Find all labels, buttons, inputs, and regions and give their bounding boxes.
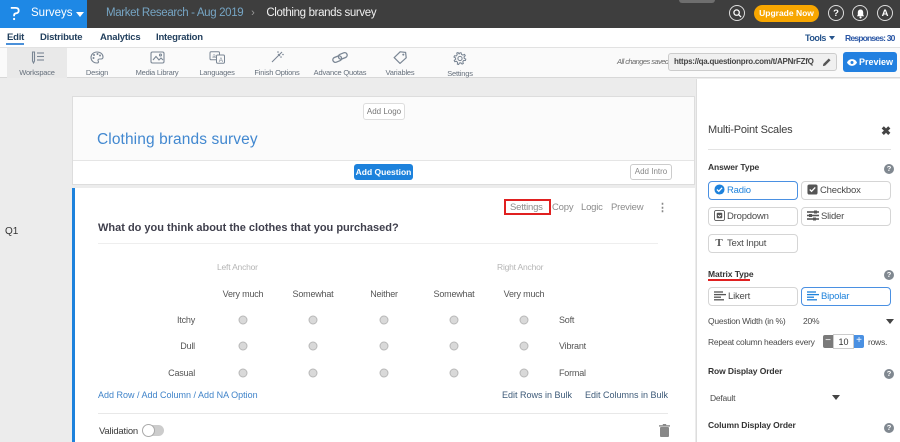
svg-text:T: T [715,237,723,248]
svg-text:A: A [219,57,224,64]
svg-text:a: a [212,53,216,60]
